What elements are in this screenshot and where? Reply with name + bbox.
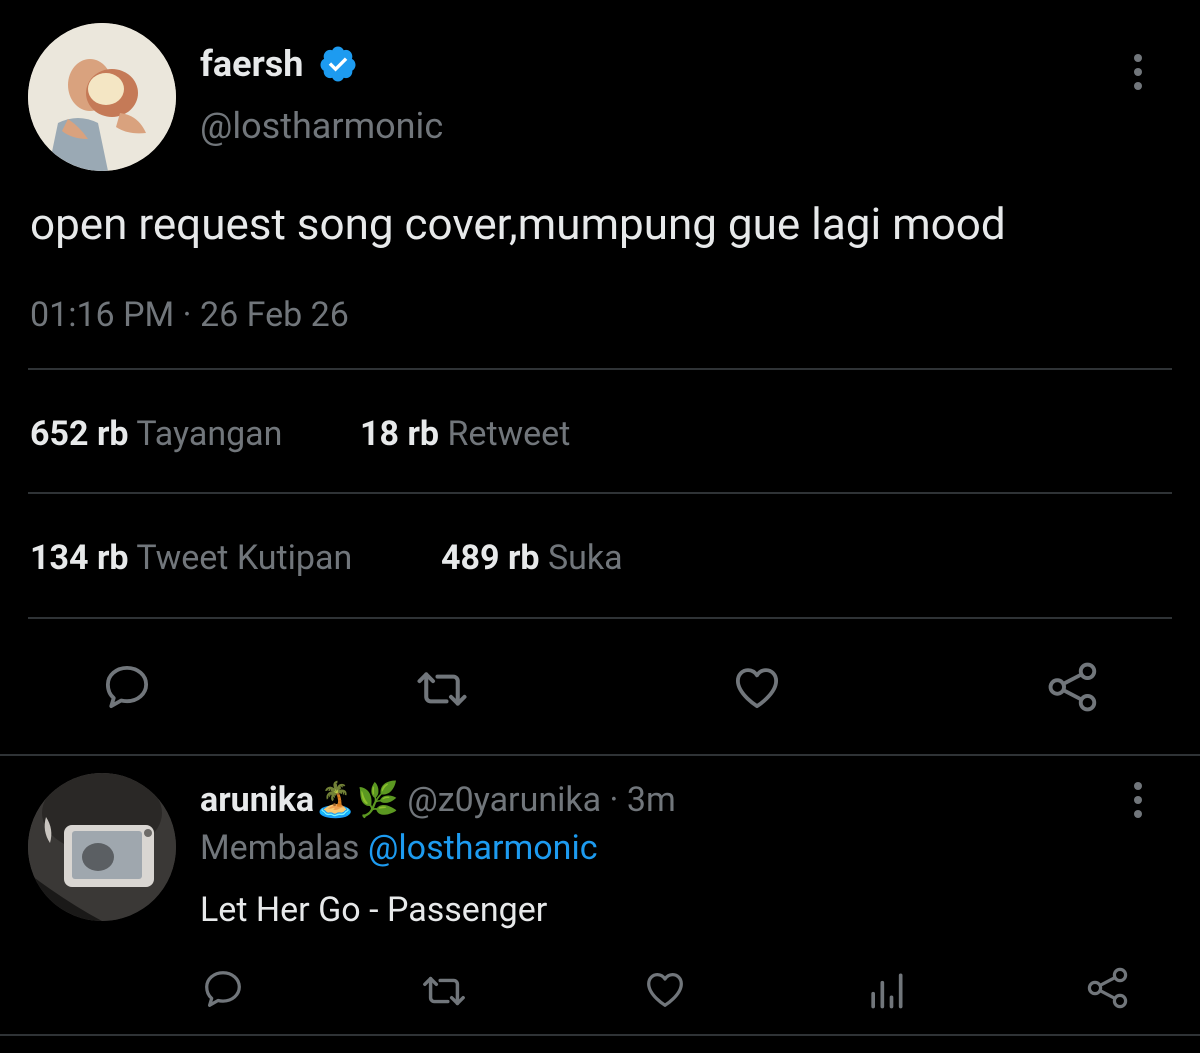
likes-count: 489 rb [441, 538, 540, 578]
reply-share-icon[interactable] [1084, 964, 1132, 1012]
tweet-timestamp[interactable]: 01:16 PM · 26 Feb 26 [30, 298, 349, 332]
author-display-name[interactable]: faersh [200, 46, 303, 82]
reply-more-options-icon[interactable] [1124, 780, 1152, 820]
views-stat[interactable]: 652 rb Tayangan [30, 417, 282, 451]
tweet-text: open request song cover,mumpung gue lagi… [30, 198, 1006, 250]
quotes-count: 134 rb [30, 538, 129, 578]
reply-author-avatar[interactable] [28, 773, 176, 921]
reply-age[interactable]: 3m [627, 780, 676, 820]
retweets-label: Retweet [447, 414, 571, 454]
reply-icon[interactable] [100, 660, 154, 714]
like-icon[interactable] [730, 660, 784, 714]
tweet-date: 26 Feb 26 [200, 295, 349, 335]
reply-retweet-icon[interactable] [418, 968, 470, 1014]
divider [28, 492, 1172, 494]
divider [28, 368, 1172, 370]
replying-to-prefix: Membalas [200, 828, 360, 868]
verified-badge-icon [318, 44, 358, 84]
author-avatar[interactable] [28, 23, 176, 171]
reply-author-handle[interactable]: @z0yarunika [407, 780, 601, 820]
reply-like-icon[interactable] [642, 966, 688, 1012]
likes-label: Suka [547, 538, 623, 578]
divider [0, 1034, 1200, 1036]
timestamp-separator: · [182, 295, 192, 335]
divider [0, 754, 1200, 756]
replying-to-handle[interactable]: @lostharmonic [368, 828, 598, 868]
divider [28, 617, 1172, 619]
quotes-stat[interactable]: 134 rb Tweet Kutipan [30, 541, 352, 575]
reply-text: Let Her Go - Passenger [200, 890, 548, 930]
quotes-label: Tweet Kutipan [136, 538, 353, 578]
analytics-icon[interactable] [864, 968, 908, 1012]
reply-header: arunika🏝️🌿 @z0yarunika · 3m [200, 783, 676, 817]
author-handle[interactable]: @lostharmonic [200, 108, 443, 144]
likes-stat[interactable]: 489 rb Suka [441, 541, 623, 575]
views-label: Tayangan [136, 414, 283, 454]
avatar-image [28, 773, 176, 921]
replying-to: Membalas @lostharmonic [200, 831, 598, 865]
reply-author-emojis: 🏝️🌿 [314, 780, 399, 820]
reply-reply-icon[interactable] [200, 966, 246, 1012]
more-options-icon[interactable] [1124, 52, 1152, 92]
reply-separator: · [609, 780, 619, 820]
retweet-icon[interactable] [412, 662, 472, 716]
avatar-image [28, 23, 176, 171]
share-icon[interactable] [1044, 658, 1102, 716]
views-count: 652 rb [30, 414, 129, 454]
retweets-count: 18 rb [360, 414, 440, 454]
retweets-stat[interactable]: 18 rb Retweet [360, 417, 570, 451]
reply-author-name[interactable]: arunika [200, 780, 314, 820]
tweet-time: 01:16 PM [30, 295, 175, 335]
